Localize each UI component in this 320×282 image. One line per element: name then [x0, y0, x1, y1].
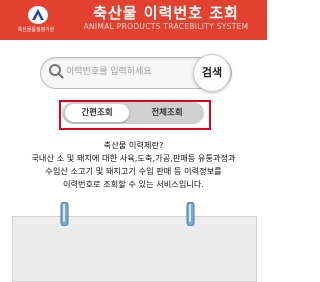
search-icon: [49, 64, 64, 79]
tab-simple-search[interactable]: 간편조회: [65, 104, 129, 122]
app-header: 축산물품질평가원 축산물 이력번호 조회 ANIMAL PRODUCTS TRA…: [0, 0, 267, 40]
logo-text: 축산물품질평가원: [17, 27, 55, 33]
logo-emblem-icon: [28, 6, 48, 24]
notebook-pad: [12, 216, 257, 282]
notebook-illustration: [0, 202, 267, 282]
service-description: 축산물 이력제란? 국내산 소 및 돼지에 대한 사육,도축,가공,판매등 유통…: [8, 139, 259, 191]
description-line: 이력번호로 조회할 수 있는 서비스입니다.: [62, 179, 205, 189]
search-button[interactable]: 검색: [193, 54, 231, 92]
org-logo: 축산물품질평가원: [5, 3, 65, 37]
description-line: 국내산 소 및 돼지에 대한 사육,도축,가공,판매등 유통과정과: [31, 153, 236, 163]
search-input[interactable]: [66, 62, 186, 82]
description-heading: 축산물 이력제란?: [103, 140, 164, 150]
description-line: 수입산 소고기 및 돼지고기 수입 판매 등 이력정보를: [45, 166, 222, 176]
binder-ring-icon: [186, 202, 195, 226]
page-title: 축산물 이력번호 조회: [93, 4, 239, 22]
binder-ring-icon: [60, 202, 69, 226]
page-subtitle: ANIMAL PRODUCTS TRACEBILITY SYSTEM: [83, 22, 249, 31]
tab-full-search[interactable]: 전체조회: [134, 104, 200, 122]
search-mode-tabs: 간편조회 전체조회: [62, 102, 204, 124]
